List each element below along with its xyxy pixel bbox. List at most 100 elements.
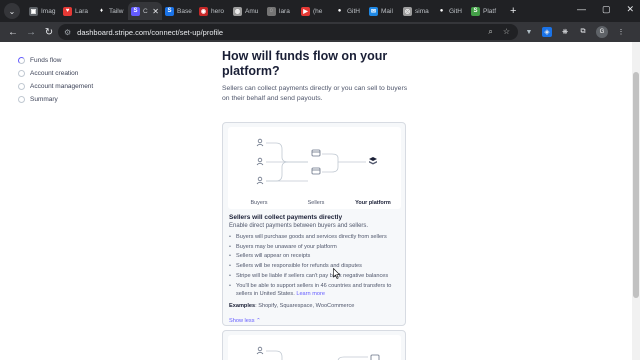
tab-favicon-icon: ✉ (369, 6, 378, 16)
scrollbar-thumb[interactable] (633, 72, 639, 298)
browser-tab[interactable]: ◉ hero (196, 2, 230, 20)
step-status-icon (18, 83, 25, 90)
tab-favicon-icon: S (131, 6, 140, 16)
new-tab-button[interactable]: + (510, 5, 516, 17)
page-title: How will funds flow on your platform? (222, 49, 388, 78)
browser-tab-strip: ⌄ ▣ Imag ♥ Lara ♦ Tailw S C ✕ S Base ◉ hero ◍ Amu ◌ lara… (0, 0, 640, 22)
bookmark-star-icon[interactable]: ☆ (503, 27, 510, 37)
zoom-search-icon[interactable]: ⌕ (488, 27, 492, 37)
setup-step-account-management[interactable]: Account management (18, 80, 93, 93)
step-label: Account creation (30, 70, 79, 77)
learn-more-link[interactable]: Learn more (296, 291, 325, 297)
buyer-icons (256, 138, 264, 185)
back-icon[interactable]: ← (4, 27, 22, 38)
card-bullet: Buyers may be unaware of your platform (229, 243, 401, 251)
profile-avatar[interactable]: G (596, 26, 608, 38)
tab-list: ▣ Imag ♥ Lara ♦ Tailw S C ✕ S Base ◉ hero ◍ Amu ◌ lara ▶(… (26, 0, 502, 22)
browser-tab[interactable]: ▶ (he (298, 2, 332, 20)
setup-step-account-creation[interactable]: Account creation (18, 67, 93, 80)
page-scrollbar[interactable] (632, 42, 640, 360)
browser-tab[interactable]: ♦ Tailw (94, 2, 128, 20)
extension-gray-icon[interactable]: ❋ (560, 27, 570, 37)
diagram-label-platform: Your platform (355, 200, 391, 206)
tab-title: Base (177, 7, 192, 15)
platform-icon (369, 157, 377, 165)
browser-tab[interactable]: ● GitH (434, 2, 468, 20)
tab-title: GitH (449, 7, 462, 15)
show-less-link[interactable]: Show less ⌃ (229, 318, 261, 324)
card-bullet: Sellers will appear on receipts (229, 252, 401, 260)
browser-tab[interactable]: S C ✕ (128, 2, 162, 20)
browser-toolbar: ← → ↻ ⚙ dashboard.stripe.com/connect/set… (0, 22, 640, 42)
step-status-icon (18, 57, 25, 64)
card-bullet: You'll be able to support sellers in 46 … (229, 282, 401, 298)
tab-title: Tailw (109, 7, 124, 15)
browser-tab[interactable]: ✉ Mail (366, 2, 400, 20)
browser-tab[interactable]: ● GitH (332, 2, 366, 20)
tab-search-icon[interactable]: ⌄ (4, 3, 20, 19)
tab-favicon-icon: ◎ (403, 6, 412, 16)
site-info-icon[interactable]: ⚙ (64, 28, 71, 37)
browser-tab[interactable]: ♥ Lara (60, 2, 94, 20)
address-bar[interactable]: ⚙ dashboard.stripe.com/connect/set-up/pr… (58, 24, 518, 40)
option-card-direct[interactable]: Buyers Sellers Your platform Sellers wil… (222, 122, 406, 326)
tab-title: C (143, 7, 148, 15)
extensions-puzzle-icon[interactable]: ⧉ (578, 27, 588, 37)
tab-favicon-icon: ◍ (233, 6, 242, 16)
maximize-icon[interactable]: ▢ (602, 4, 611, 15)
card-body: Sellers will collect payments directly E… (229, 214, 401, 327)
tab-title: Mail (381, 7, 393, 15)
tab-title: lara (279, 7, 290, 15)
step-label: Summary (30, 96, 58, 103)
step-label: Funds flow (30, 57, 62, 64)
setup-step-summary[interactable]: Summary (18, 93, 93, 106)
funds-flow-diagram-second (228, 335, 401, 360)
browser-tab[interactable]: S Base (162, 2, 196, 20)
tab-favicon-icon: S (165, 6, 174, 16)
close-window-icon[interactable]: ✕ (626, 4, 634, 15)
browser-tab[interactable]: ◌ lara (264, 2, 298, 20)
window-controls: — ▢ ✕ (577, 4, 634, 15)
card-bullet-list: Buyers will purchase goods and services … (229, 233, 401, 298)
card-bullet: Stripe will be liable if sellers can't p… (229, 272, 401, 280)
tab-title: hero (211, 7, 225, 15)
card-examples: Examples: Shopify, Squarespace, WooComme… (229, 303, 401, 309)
tab-favicon-icon: ♥ (63, 6, 72, 16)
browser-tab[interactable]: ◍ Amu (230, 2, 264, 20)
browser-tab[interactable]: ◎ sima (400, 2, 434, 20)
url-text[interactable]: dashboard.stripe.com/connect/set-up/prof… (77, 28, 223, 37)
examples-label: Examples (229, 302, 256, 309)
step-status-icon (18, 70, 25, 77)
tab-title: Imag (41, 7, 56, 15)
card-description: Enable direct payments between buyers an… (229, 223, 369, 229)
extensions-row: ▼ ◈ ❋ ⧉ G ⋮ (524, 26, 626, 38)
page-content: Funds flow Account creation Account manage… (0, 42, 632, 360)
browser-tab[interactable]: ▣ Imag (26, 2, 60, 20)
tab-title: Platf (483, 7, 497, 15)
funds-flow-diagram: Buyers Sellers Your platform (228, 127, 401, 209)
extension-blue-icon[interactable]: ◈ (542, 27, 552, 37)
menu-dots-icon[interactable]: ⋮ (616, 27, 626, 37)
tab-close-icon[interactable]: ✕ (152, 7, 159, 16)
tab-title: Amu (245, 7, 259, 15)
forward-icon[interactable]: → (22, 27, 40, 38)
tab-title: (he (313, 7, 323, 15)
diagram-label-buyers: Buyers (250, 200, 267, 206)
tab-favicon-icon: ● (437, 6, 446, 16)
setup-steps-nav: Funds flow Account creation Account manage… (18, 54, 93, 106)
examples-text: : Shopify, Squarespace, WooCommerce (255, 302, 355, 309)
option-card-second[interactable] (222, 330, 406, 360)
tab-favicon-icon: ◌ (267, 6, 276, 16)
show-less-label: Show less (229, 317, 255, 324)
browser-tab[interactable]: S Platf (468, 2, 502, 20)
mouse-cursor-icon (333, 268, 340, 279)
reload-icon[interactable]: ↻ (40, 27, 58, 38)
setup-step-funds-flow[interactable]: Funds flow (18, 54, 93, 67)
tab-favicon-icon: ◉ (199, 6, 208, 16)
card-bullet: Sellers will be responsible for refunds … (229, 262, 401, 270)
tab-favicon-icon: ● (335, 6, 344, 16)
page-subtitle: Sellers can collect payments directly or… (222, 85, 408, 102)
vue-extension-icon[interactable]: ▼ (524, 27, 534, 37)
minimize-icon[interactable]: — (577, 4, 586, 15)
tab-favicon-icon: ▶ (301, 6, 310, 16)
